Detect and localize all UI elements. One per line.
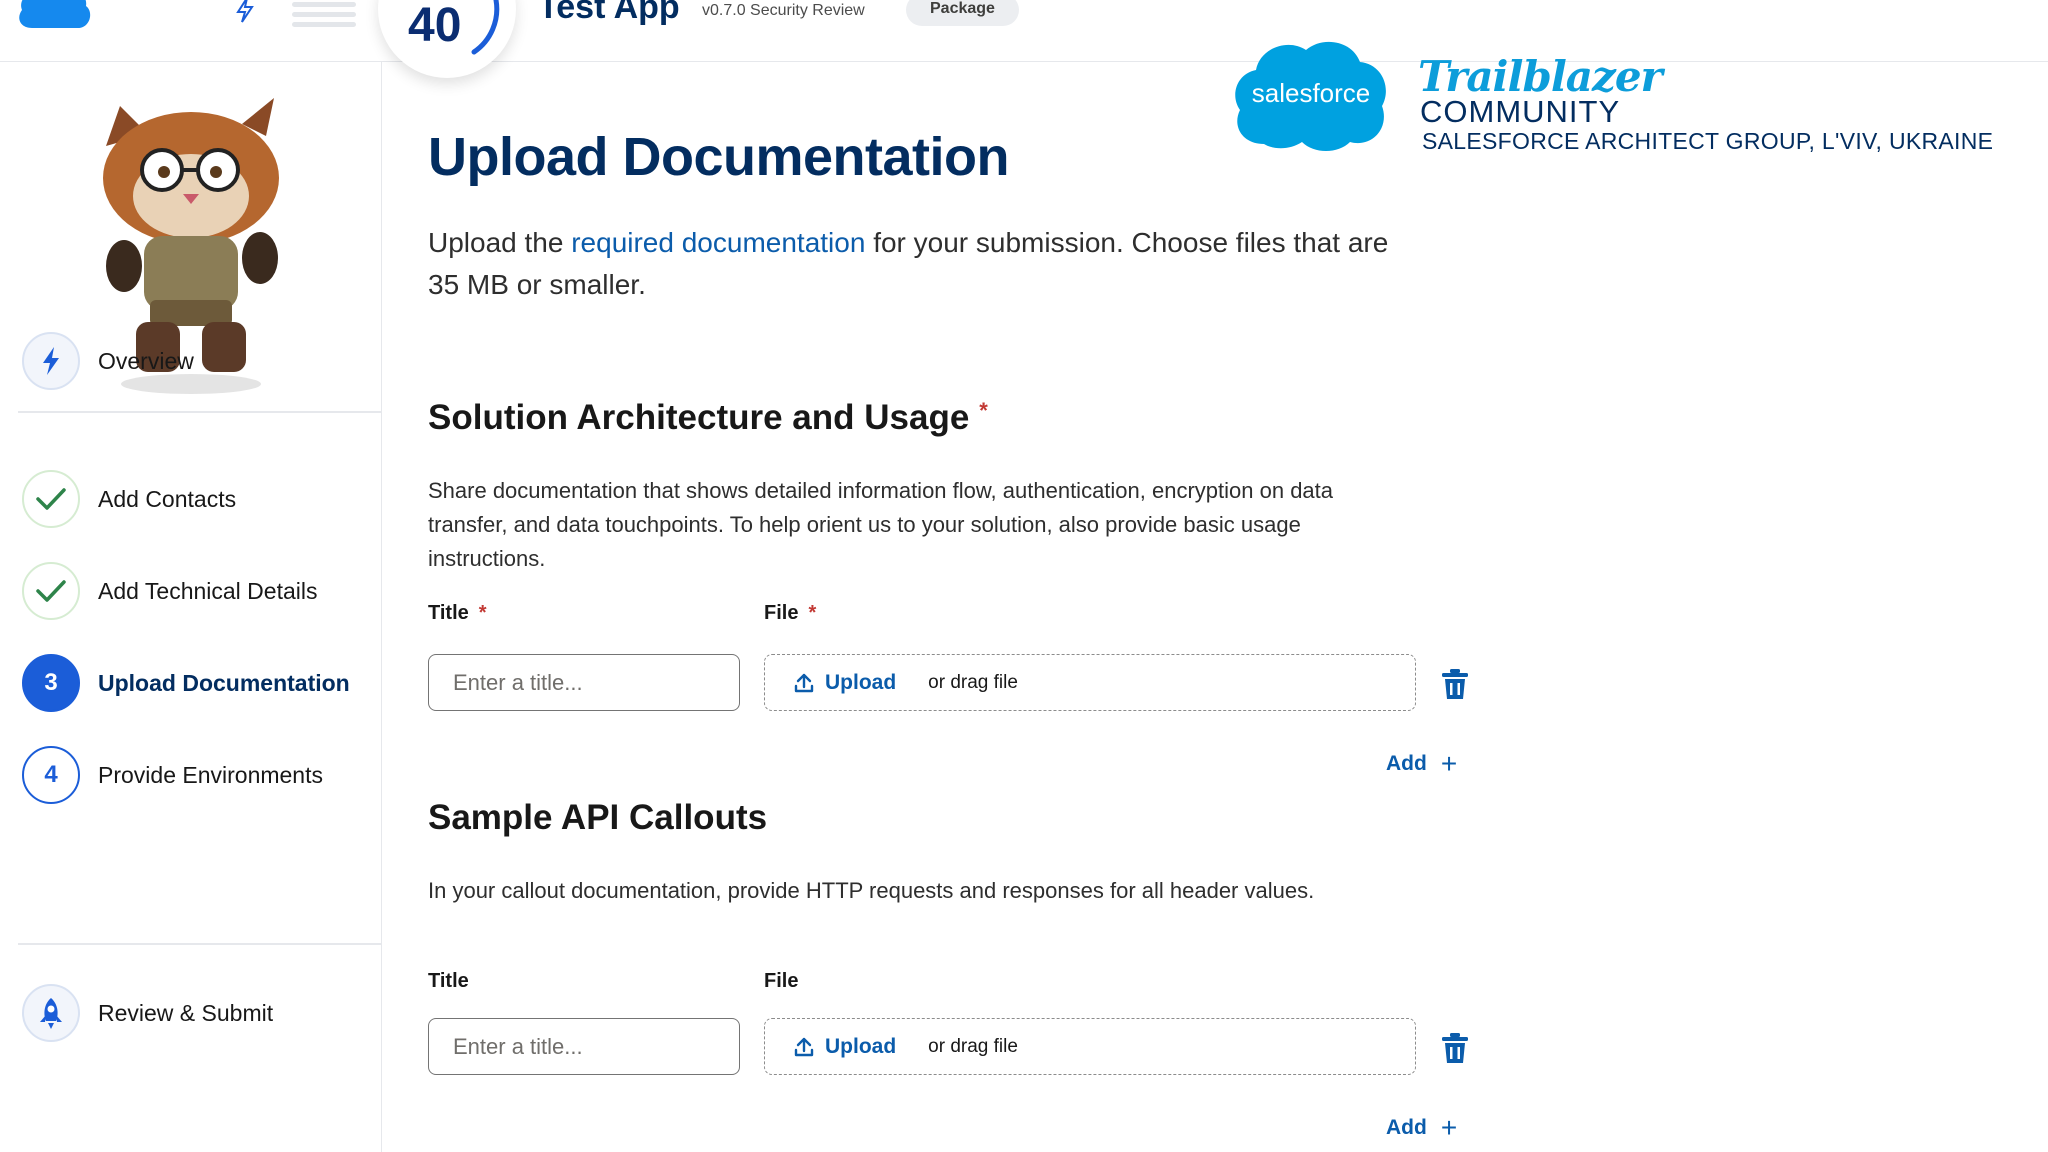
section-title-text: Solution Architecture and Usage [428,398,970,437]
step-label: Upload Documentation [98,669,350,696]
lightning-bolt-icon[interactable] [232,0,258,24]
add-label: Add [1386,752,1427,775]
step-label: Overview [98,347,194,374]
title-field-label: Title [428,970,469,992]
upload-icon [794,1037,814,1056]
file-field-label: File [764,970,799,992]
section-title-text: Sample API Callouts [428,798,768,837]
step-label: Add Technical Details [98,577,318,604]
salesforce-logo: salesforce [1235,41,1386,152]
step-complete-marker [22,562,80,620]
upload-button[interactable]: Upload [793,671,896,695]
required-asterisk: * [979,398,988,423]
step-add-technical-details[interactable]: Add Technical Details [22,562,372,620]
title-input[interactable] [428,654,740,711]
package-tag[interactable]: Package [906,0,1019,26]
salesforce-cloud-icon[interactable] [14,0,94,34]
file-field-label: File * [764,602,816,625]
step-complete-marker [22,470,80,528]
community-wordmark: COMMUNITY [1420,94,1621,129]
section-title: Sample API Callouts [428,798,767,838]
plus-icon: + [1440,748,1458,779]
salesforce-wordmark: salesforce [1252,78,1371,108]
section-title: Solution Architecture and Usage * [428,398,988,438]
group-name: SALESFORCE ARCHITECT GROUP, L'VIV, UKRAI… [1422,128,1994,154]
intro-text-start: Upload the [428,227,572,258]
title-label-text: Title [428,602,469,624]
check-icon [36,488,66,510]
required-asterisk: * [478,602,487,624]
section-description: Share documentation that shows detailed … [428,478,1334,571]
step-provide-environments[interactable]: 4 Provide Environments [22,746,372,804]
check-icon [36,580,66,602]
upload-icon [794,673,814,692]
step-review-marker [22,984,80,1042]
step-overview-marker [22,332,80,390]
step-add-contacts[interactable]: Add Contacts [22,470,372,528]
file-dropzone[interactable]: Upload or drag file [764,1018,1416,1075]
file-dropzone[interactable]: Upload or drag file [764,654,1416,711]
upload-label: Upload [825,1034,897,1058]
rocket-icon [40,998,62,1029]
lightning-bolt-icon [43,347,59,375]
release-badge: 40 [378,0,516,78]
upload-button[interactable]: Upload [793,1035,896,1059]
step-review-submit[interactable]: Review & Submit [22,984,372,1042]
step-label: Review & Submit [98,999,274,1026]
page-title: Upload Documentation [428,127,1010,187]
sidebar-divider [18,411,382,413]
step-overview[interactable]: Overview [22,332,372,390]
version-label: v0.7.0 Security Review [702,2,865,19]
required-documentation-link[interactable]: required documentation [571,227,865,258]
add-file-button[interactable]: Add + [1386,1114,1457,1142]
drag-file-text: or drag file [928,1035,1018,1057]
upload-label: Upload [825,670,897,694]
menu-icon[interactable] [292,2,356,32]
title-field-label: Title * [428,602,487,625]
delete-icon[interactable] [1440,668,1470,700]
section-description: In your callout documentation, provide H… [428,878,1315,903]
add-file-button[interactable]: Add + [1386,750,1457,778]
delete-icon[interactable] [1440,1032,1470,1064]
sidebar: Overview Add Contacts Add Technical Deta… [0,62,382,1152]
sidebar-divider [18,943,382,945]
top-header: 40 Test App v0.7.0 Security Review Packa… [0,0,2048,78]
step-label: Add Contacts [98,485,237,512]
badge-number: 40 [408,0,462,52]
title-input[interactable] [428,1018,740,1075]
add-label: Add [1386,1116,1427,1139]
intro-text: Upload the required documentation for yo… [428,222,1408,306]
step-label: Provide Environments [98,761,323,788]
step-upload-documentation[interactable]: 3 Upload Documentation [22,654,372,712]
plus-icon: + [1440,1112,1458,1143]
app-title: Test App [538,0,680,26]
drag-file-text: or drag file [928,671,1018,693]
step-number-marker: 3 [22,654,80,712]
step-number-marker: 4 [22,746,80,804]
required-asterisk: * [808,602,817,624]
file-label-text: File [764,602,799,624]
